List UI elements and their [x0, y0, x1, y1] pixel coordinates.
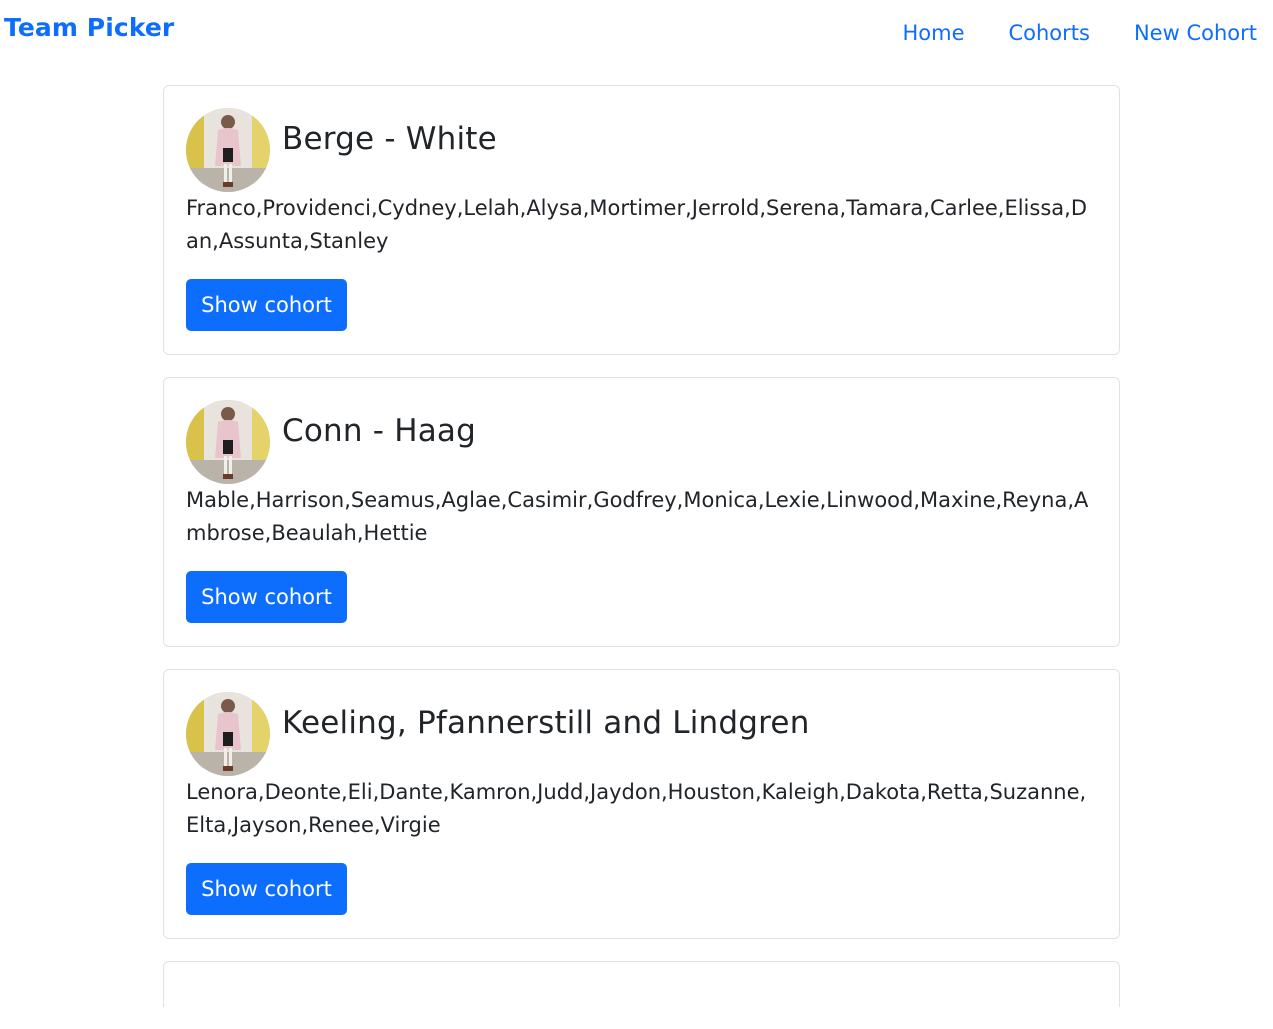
person-photo-icon	[186, 108, 270, 192]
cohort-title: Keeling, Pfannerstill and Lindgren	[282, 705, 810, 741]
nav-link-home[interactable]: Home	[902, 21, 964, 45]
cohort-members: Franco,Providenci,Cydney,Lelah,Alysa,Mor…	[186, 196, 1087, 253]
nav-link-new-cohort[interactable]: New Cohort	[1134, 21, 1257, 45]
show-cohort-button[interactable]: Show cohort	[186, 571, 347, 623]
cohort-card: Berge - White Franco,Providenci,Cydney,L…	[163, 85, 1120, 355]
cohort-card-header: Berge - White	[186, 108, 1097, 192]
navbar: Team Picker Home Cohorts New Cohort	[0, 0, 1273, 70]
cohort-members: Mable,Harrison,Seamus,Aglae,Casimir,Godf…	[186, 488, 1089, 545]
person-photo-icon	[186, 692, 270, 776]
cohort-title: Berge - White	[282, 121, 497, 157]
cohort-card-header: Conn - Haag	[186, 400, 1097, 484]
cohort-title: Conn - Haag	[282, 413, 476, 449]
show-cohort-button[interactable]: Show cohort	[186, 863, 347, 915]
person-photo-icon	[186, 400, 270, 484]
show-cohort-button[interactable]: Show cohort	[186, 279, 347, 331]
nav-link-cohorts[interactable]: Cohorts	[1008, 21, 1089, 45]
nav-links: Home Cohorts New Cohort	[902, 21, 1257, 45]
cohort-card: Conn - Haag Mable,Harrison,Seamus,Aglae,…	[163, 377, 1120, 647]
cohort-card: Keeling, Pfannerstill and Lindgren Lenor…	[163, 669, 1120, 939]
cohort-list: Berge - White Franco,Providenci,Cydney,L…	[163, 85, 1120, 1029]
brand-link[interactable]: Team Picker	[4, 13, 174, 42]
cohort-members: Lenora,Deonte,Eli,Dante,Kamron,Judd,Jayd…	[186, 780, 1087, 837]
cohort-card-header: Keeling, Pfannerstill and Lindgren	[186, 692, 1097, 776]
